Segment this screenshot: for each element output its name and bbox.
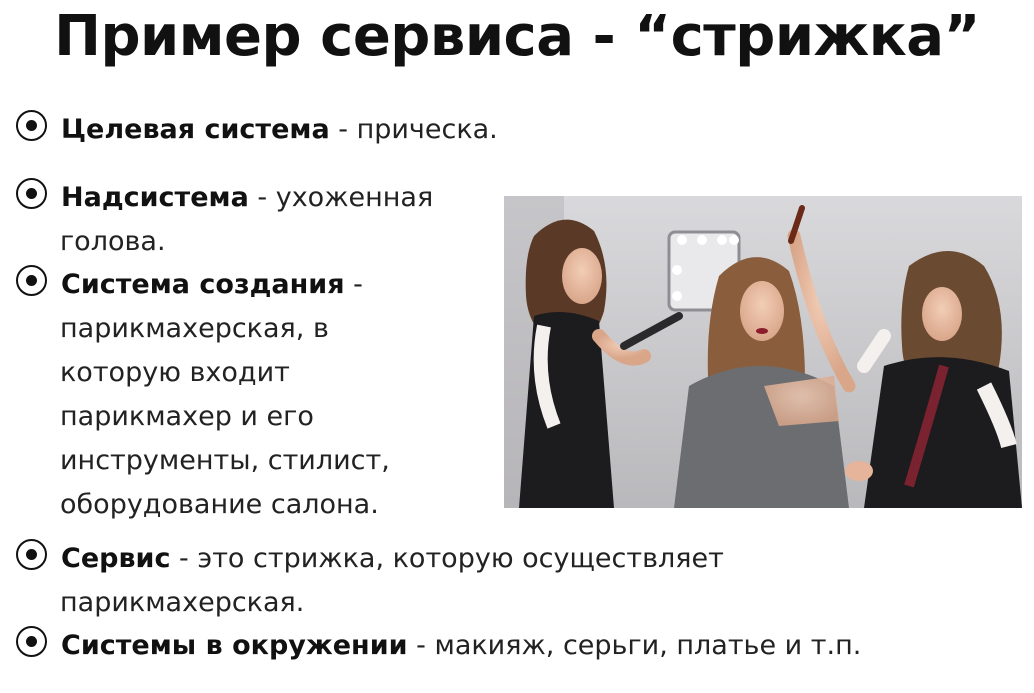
bullet-continuation-line: инструменты, стилист, [60,445,390,476]
bullet-text: Надсистема - ухоженная [61,176,433,220]
radio-bullet-icon [16,178,47,209]
radio-bullet-icon [16,539,47,570]
slide-title: Пример сервиса - “стрижка” [54,4,980,69]
hair-salon-photo-icon [504,196,1022,508]
bullet-description: - это стрижка, которую осуществляет [170,543,724,574]
bullet-description: - макияж, серьги, платье и т.п. [407,630,862,661]
bullet-term: Целевая система [61,114,330,145]
bullet-term: Сервис [61,543,171,574]
bullet-text: Целевая система - прическа. [61,108,498,152]
bullet-continuation-line: оборудование салона. [60,489,379,520]
bullet-continuation-line: парикмахерская. [60,587,305,618]
bullet-term: Системы в окружении [61,630,408,661]
radio-bullet-icon [16,110,47,141]
hair-salon-photo [504,196,1022,508]
bullet-continuation-line: парикмахерская, в [60,313,329,344]
bullet-term: Система создания [61,269,345,300]
radio-bullet-icon [16,265,47,296]
bullet-description: - прическа. [329,114,498,145]
bullet-text: Система создания - [61,263,363,307]
radio-bullet-icon [16,626,47,657]
bullet-description: - [344,269,363,300]
bullet-description: - ухоженная [248,182,434,213]
bullet-text: Сервис - это стрижка, которую осуществля… [61,537,724,581]
bullet-text: Системы в окружении - макияж, серьги, пл… [61,624,861,668]
bullet-continuation-line: голова. [60,226,166,257]
bullet-term: Надсистема [61,182,249,213]
bullet-continuation-line: парикмахер и его [60,401,314,432]
bullet-continuation-line: которую входит [60,357,290,388]
